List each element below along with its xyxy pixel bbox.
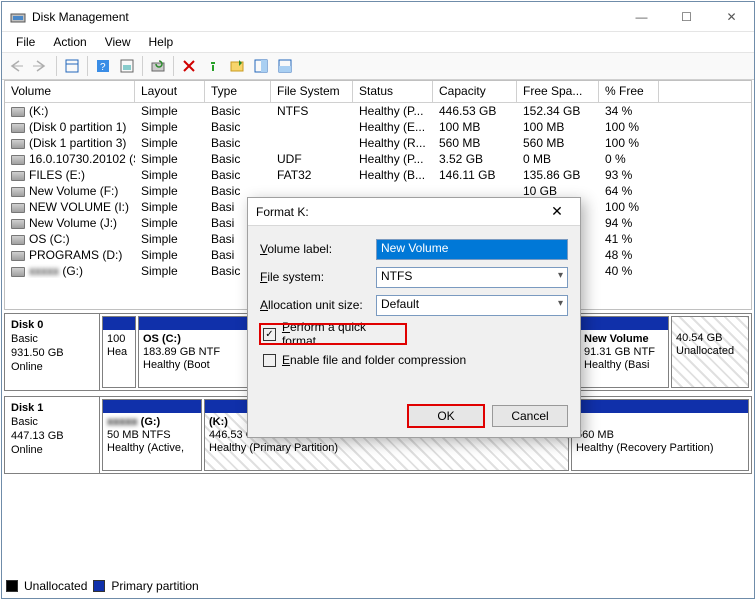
col-filesystem[interactable]: File System: [271, 81, 353, 102]
window-title: Disk Management: [32, 10, 619, 24]
toolbar: ?: [2, 52, 754, 80]
tb-btn-2[interactable]: [116, 55, 138, 77]
allocation-unit-label: Allocation unit size:: [260, 298, 376, 312]
col-pctfree[interactable]: % Free: [599, 81, 659, 102]
disk0-part-os[interactable]: OS (C:)183.89 GB NTFHealthy (Boot: [138, 316, 253, 388]
disk0-label: Disk 0 Basic 931.50 GB Online: [5, 314, 100, 390]
volume-row[interactable]: (K:)SimpleBasicNTFSHealthy (P...446.53 G…: [5, 103, 751, 119]
cancel-button[interactable]: Cancel: [492, 405, 568, 427]
tb-btn-4[interactable]: [250, 55, 272, 77]
svg-text:?: ?: [100, 62, 106, 73]
col-freespace[interactable]: Free Spa...: [517, 81, 599, 102]
app-icon: [10, 9, 26, 25]
disk1-part-g[interactable]: xxxxx (G:)50 MB NTFSHealthy (Active,: [102, 399, 202, 471]
disk0-part-newvol[interactable]: New Volume91.31 GB NTFHealthy (Basi: [579, 316, 669, 388]
back-button[interactable]: [6, 55, 28, 77]
disk0-part1[interactable]: 100Hea: [102, 316, 136, 388]
volume-row[interactable]: (Disk 0 partition 1)SimpleBasicHealthy (…: [5, 119, 751, 135]
disk0-unallocated[interactable]: 40.54 GBUnallocated: [671, 316, 749, 388]
dialog-close-button[interactable]: ✕: [542, 203, 572, 220]
file-system-select[interactable]: NTFS: [376, 267, 568, 288]
col-volume[interactable]: Volume: [5, 81, 135, 102]
disk1-label: Disk 1 Basic 447.13 GB Online: [5, 397, 100, 473]
volume-row[interactable]: (Disk 1 partition 3)SimpleBasicHealthy (…: [5, 135, 751, 151]
compression-label: Enable file and folder compression: [282, 353, 466, 367]
forward-button[interactable]: [30, 55, 52, 77]
help-icon[interactable]: ?: [92, 55, 114, 77]
refresh-icon[interactable]: [147, 55, 169, 77]
menubar: File Action View Help: [2, 32, 754, 52]
file-system-label: File system:: [260, 270, 376, 284]
quick-format-label: Perform a quick format: [282, 320, 403, 348]
column-headers: Volume Layout Type File System Status Ca…: [5, 81, 751, 103]
legend: Unallocated Primary partition: [6, 576, 199, 596]
col-capacity[interactable]: Capacity: [433, 81, 517, 102]
col-layout[interactable]: Layout: [135, 81, 205, 102]
menu-view[interactable]: View: [97, 34, 139, 50]
format-dialog: Format K: ✕ Volume label: New Volume Fil…: [247, 197, 581, 438]
delete-icon[interactable]: [178, 55, 200, 77]
minimize-button[interactable]: —: [619, 2, 664, 31]
col-status[interactable]: Status: [353, 81, 433, 102]
close-button[interactable]: ✕: [709, 2, 754, 31]
volume-row[interactable]: FILES (E:)SimpleBasicFAT32Healthy (B...1…: [5, 167, 751, 183]
menu-help[interactable]: Help: [141, 34, 182, 50]
tb-btn-5[interactable]: [274, 55, 296, 77]
quick-format-checkbox[interactable]: ✓: [263, 328, 276, 341]
col-type[interactable]: Type: [205, 81, 271, 102]
menu-action[interactable]: Action: [45, 34, 94, 50]
menu-file[interactable]: File: [8, 34, 43, 50]
ok-button[interactable]: OK: [408, 405, 484, 427]
titlebar: Disk Management — ☐ ✕: [2, 2, 754, 32]
volume-label-label: Volume label:: [260, 242, 376, 256]
compression-checkbox[interactable]: [263, 354, 276, 367]
properties-icon[interactable]: [202, 55, 224, 77]
tb-btn-1[interactable]: [61, 55, 83, 77]
allocation-unit-select[interactable]: Default: [376, 295, 568, 316]
volume-row[interactable]: 16.0.10730.20102 (S:)SimpleBasicUDFHealt…: [5, 151, 751, 167]
dialog-title: Format K:: [256, 205, 542, 219]
volume-label-input[interactable]: New Volume: [376, 239, 568, 260]
maximize-button[interactable]: ☐: [664, 2, 709, 31]
tb-btn-3[interactable]: [226, 55, 248, 77]
disk1-part-recovery[interactable]: 560 MBHealthy (Recovery Partition): [571, 399, 749, 471]
